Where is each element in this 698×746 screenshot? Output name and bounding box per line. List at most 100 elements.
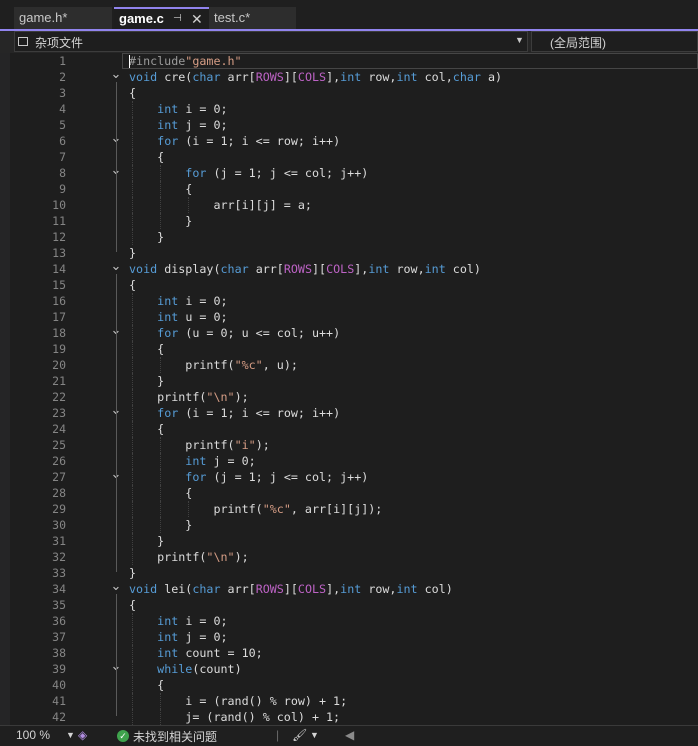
project-dropdown[interactable]: 杂项文件 ▼ [14,31,528,52]
indent-guide [160,453,162,469]
line-number: 34 [52,582,66,596]
indent-guide [132,693,133,709]
indent-guide [160,517,162,533]
line-number: 3 [59,86,66,100]
code-line[interactable]: int j = 0; [129,117,227,133]
code-line[interactable]: for (u = 0; u <= col; u++) [129,325,340,341]
indent-guide [160,501,162,517]
line-number: 41 [52,694,66,708]
code-line[interactable]: int i = 0; [129,293,227,309]
code-line[interactable]: { [129,597,136,613]
line-number: 22 [52,390,66,404]
pin-icon[interactable]: ⊣ [173,9,182,29]
file-icon [18,37,28,46]
code-line[interactable]: } [129,533,164,549]
issues-status[interactable]: 未找到相关问题 [133,728,217,745]
project-label: 杂项文件 [35,36,84,50]
code-line[interactable]: { [129,341,164,357]
line-number: 36 [52,614,66,628]
tab-game-c[interactable]: game.c ⊣ ✕ [114,7,209,29]
scroll-left-icon[interactable]: ◀ [345,728,354,742]
line-number: 20 [52,358,66,372]
line-number: 4 [59,102,66,116]
code-line[interactable]: while(count) [129,661,241,677]
brush-icon[interactable]: 🖌 [292,728,307,742]
scope-label: (全局范围) [550,36,606,50]
line-number: 27 [52,470,66,484]
line-number: 38 [52,646,66,660]
scope-dropdown[interactable]: (全局范围) [531,31,698,52]
code-line[interactable]: int j = 0; [129,629,227,645]
close-icon[interactable]: ✕ [191,9,203,29]
line-number: 31 [52,534,66,548]
code-line[interactable]: } [129,229,164,245]
indent-guide [132,357,133,373]
indent-guide [132,629,133,645]
line-number: 12 [52,230,66,244]
line-number: 33 [52,566,66,580]
code-line[interactable]: { [129,677,164,693]
code-line[interactable]: printf("i"); [129,437,269,453]
tab-test-c[interactable]: test.c* [209,7,296,29]
code-line[interactable]: } [129,245,136,261]
code-line[interactable]: for (j = 1; j <= col; j++) [129,165,368,181]
line-number: 37 [52,630,66,644]
indent-guide [132,213,133,229]
indent-guide [132,677,133,693]
code-line[interactable]: { [129,421,164,437]
indent-guide [132,661,133,677]
line-number: 14 [52,262,66,276]
line-number: 8 [59,166,66,180]
code-line[interactable]: int count = 10; [129,645,263,661]
code-line[interactable]: printf("%c", arr[i][j]); [129,501,382,517]
code-line[interactable]: int j = 0; [129,453,255,469]
line-number: 1 [59,54,66,68]
code-editor[interactable]: 1 2 3 4 5 6 7 8 9 10 11 12 13 14 15 16 17 18 19 20 21 22 23 24 2… [10,53,698,725]
code-line[interactable]: #include"game.h" [129,53,242,69]
code-line[interactable]: { [129,85,136,101]
indent-guide [132,517,133,533]
line-number: 18 [52,326,66,340]
code-line[interactable]: i = (rand() % row) + 1; [129,693,347,709]
indent-guide [132,405,133,421]
indent-guide [132,133,133,149]
indent-guide [132,469,133,485]
indent-guide [132,709,133,725]
code-line[interactable]: void cre(char arr[ROWS][COLS],int row,in… [129,69,502,85]
zoom-level[interactable]: 100 % [16,728,50,742]
line-number: 13 [52,246,66,260]
indent-guide [132,389,133,405]
tab-label: game.c [119,11,164,26]
code-line[interactable]: int i = 0; [129,613,227,629]
line-number: 30 [52,518,66,532]
chevron-down-icon[interactable]: ▼ [66,730,75,740]
code-line[interactable]: void lei(char arr[ROWS][COLS],int row,in… [129,581,453,597]
line-number: 28 [52,486,66,500]
copilot-icon[interactable]: ◈ [78,728,87,742]
code-line[interactable]: } [129,373,164,389]
code-line[interactable]: int u = 0; [129,309,227,325]
code-line[interactable]: for (i = 1; i <= row; i++) [129,133,340,149]
code-line[interactable]: { [129,277,136,293]
code-line[interactable]: printf("%c", u); [129,357,298,373]
tab-game-h[interactable]: game.h* [14,7,112,29]
check-icon: ✓ [117,730,129,742]
indent-guide [160,709,162,725]
indent-guide [132,341,133,357]
indent-guide [132,533,133,549]
code-line[interactable]: { [129,149,164,165]
line-number: 5 [59,118,66,132]
indent-guide [132,373,133,389]
indent-guide [132,453,133,469]
code-line[interactable]: void display(char arr[ROWS][COLS],int ro… [129,261,481,277]
code-line[interactable]: } [129,565,136,581]
indent-guide [160,693,162,709]
code-line[interactable]: int i = 0; [129,101,227,117]
code-line[interactable]: for (j = 1; j <= col; j++) [129,469,368,485]
code-line[interactable]: printf("\n"); [129,549,249,565]
chevron-down-icon[interactable]: ▼ [310,730,319,740]
code-line[interactable]: arr[i][j] = a; [129,197,312,213]
code-line[interactable]: printf("\n"); [129,389,249,405]
indent-guide [132,101,133,117]
code-line[interactable]: for (i = 1; i <= row; i++) [129,405,340,421]
